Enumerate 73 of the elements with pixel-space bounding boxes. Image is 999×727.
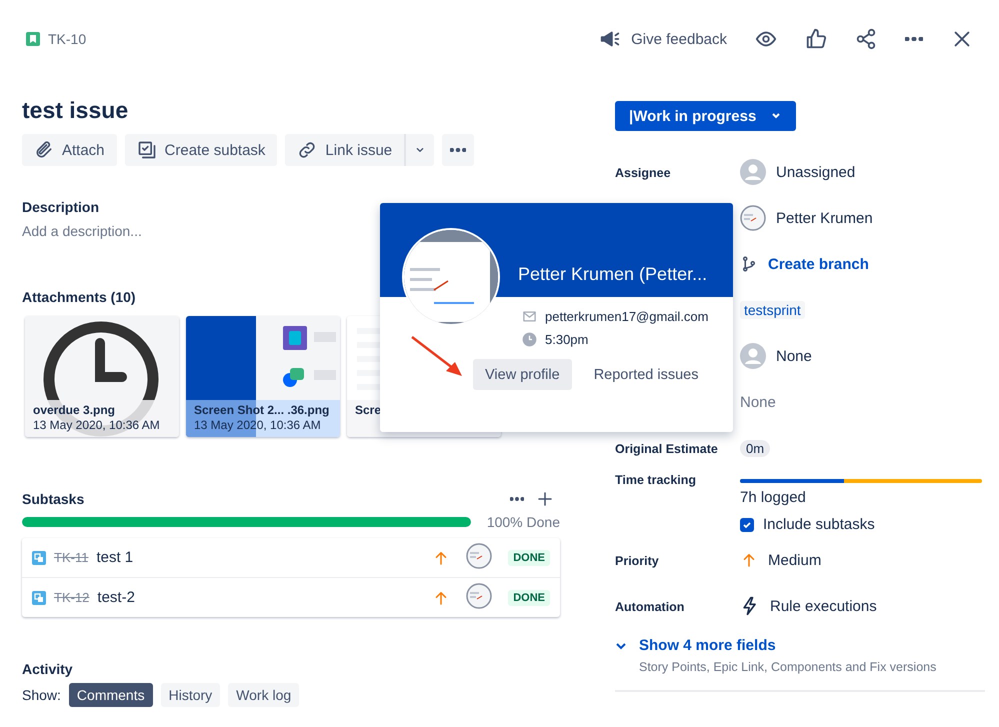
link-icon [297,140,318,160]
show-label: Show: [22,687,61,703]
field-label: Priority [615,554,659,568]
profile-button[interactable]: Reported issues [582,359,710,390]
section-heading: Subtasks [22,491,84,507]
field-label: Original Estimate [615,442,718,456]
subtask-key[interactable]: TK-12 [54,590,90,605]
section-heading: Description [22,199,100,215]
clock-icon [522,332,537,347]
more-icon [905,37,923,41]
status-lozenge: DONE [508,550,550,566]
section-heading: Attachments (10) [22,289,137,305]
file-name: Scre [355,403,382,418]
field-value: Unassigned [776,164,856,180]
sprint-tag[interactable]: testsprint [740,301,805,319]
more-icon [510,497,524,501]
description-placeholder[interactable]: Add a description... [22,223,142,239]
field-value: None [776,348,812,364]
share-icon [855,28,877,50]
more-fields-hint: Story Points, Epic Link, Components and Fix versions [639,660,938,674]
action-button[interactable]: Link issue [285,134,404,166]
status-button[interactable]: |Work in progress [615,101,796,131]
field-label: Automation [615,600,684,614]
avatar-icon [466,583,492,609]
field-label: Assignee [615,166,671,180]
show-more-fields-link[interactable]: Show 4 more fields [615,637,776,654]
rule-executions-link[interactable]: Rule executions [770,598,877,614]
time-logged: 7h logged [740,489,807,506]
file-date: 13 May 2020, 10:36 AM [33,418,161,433]
mail-icon [522,309,537,324]
subtask-icon [32,590,46,604]
feedback-button[interactable]: Give feedback [591,24,735,54]
branch-icon [740,255,758,273]
story-icon [26,32,40,46]
avatar-icon [740,343,766,369]
plus-icon [536,490,554,508]
priority-value: Medium [768,552,822,568]
user-name: Petter Krumen [776,210,873,226]
thumbs-up-icon [805,28,827,50]
paperclip-icon [34,140,54,160]
section-heading: Activity [22,661,74,677]
field-value: None [740,394,776,410]
subtask-summary[interactable]: test 1 [96,549,424,566]
subtask-summary[interactable]: test-2 [97,589,424,606]
checkbox[interactable] [740,518,754,532]
status-lozenge: DONE [508,590,550,606]
filter-button[interactable]: History [160,683,220,707]
issue-title: test issue [22,97,130,124]
avatar-icon [466,543,492,569]
estimate-value: 0m [740,440,770,456]
file-name: overdue 3.png [33,403,116,418]
subtask-icon [32,550,46,564]
filter-button[interactable]: Work log [228,683,300,707]
progress-label: 100% Done [486,514,560,530]
create-branch-link[interactable]: Create branch [768,256,869,272]
attachment-card[interactable]: overdue 3.png 13 May 2020, 10:36 AM [25,316,179,437]
action-button[interactable]: Attach [22,134,117,166]
more-icon [450,148,466,152]
field-label: Time tracking [615,473,696,487]
issue-key[interactable]: TK-10 [48,31,86,47]
more-button[interactable] [442,134,474,166]
action-button[interactable]: Create subtask [124,134,278,166]
checkmark-icon [742,520,752,530]
checkbox-label: Include subtasks [763,516,875,533]
avatar-icon [740,159,766,185]
subtask-key[interactable]: TK-11 [54,550,88,565]
profile-email: petterkrumen17@gmail.com [545,309,708,324]
subtask-icon [136,140,157,160]
avatar-icon [740,205,766,231]
profile-button[interactable]: View profile [473,359,572,390]
profile-time: 5:30pm [545,332,588,347]
filter-button[interactable]: Comments [68,683,153,707]
profile-name: Petter Krumen (Petter... [518,264,708,285]
